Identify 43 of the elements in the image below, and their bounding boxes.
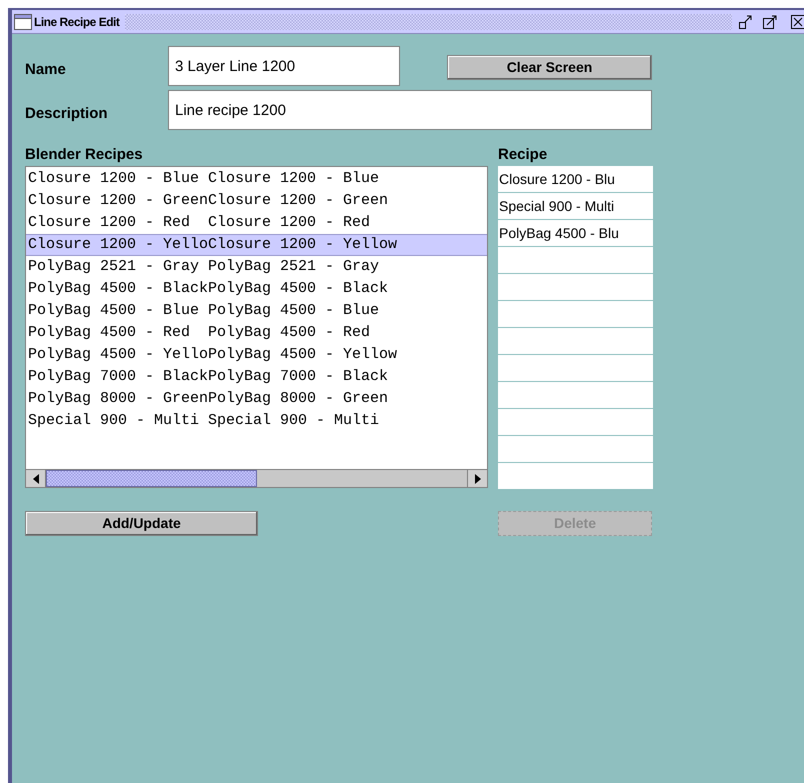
name-label: Name <box>25 60 67 80</box>
left-arrow-icon <box>32 474 38 484</box>
horizontal-scrollbar[interactable] <box>26 469 487 487</box>
list-item[interactable]: Special 900 - Multi Special 900 - Multi <box>26 410 487 432</box>
scroll-right-button[interactable] <box>467 470 487 487</box>
window-title: Line Recipe Edit <box>34 14 120 30</box>
description-field[interactable]: Line recipe 1200 <box>168 90 652 130</box>
clear-screen-button[interactable]: Clear Screen <box>447 55 652 80</box>
right-arrow-icon <box>474 474 480 484</box>
empty-table-cell[interactable] <box>498 328 653 354</box>
list-item[interactable]: PolyBag 7000 - BlackPolyBag 7000 - Black <box>26 366 487 388</box>
list-item[interactable]: PolyBag 8000 - GreenPolyBag 8000 - Green <box>26 388 487 410</box>
window-icon <box>14 14 32 30</box>
scroll-thumb[interactable] <box>46 470 257 487</box>
list-item[interactable]: Closure 1200 - Blue Closure 1200 - Blue <box>26 168 487 190</box>
empty-table-cell[interactable] <box>498 274 653 300</box>
minimize-icon[interactable] <box>738 14 754 30</box>
list-item[interactable]: PolyBag 2521 - Gray PolyBag 2521 - Gray <box>26 256 487 278</box>
close-icon[interactable] <box>790 14 804 30</box>
empty-table-cell[interactable] <box>498 463 653 489</box>
list-item[interactable]: Closure 1200 - Red Closure 1200 - Red <box>26 212 487 234</box>
name-field[interactable]: 3 Layer Line 1200 <box>168 46 400 86</box>
empty-table-cell[interactable] <box>498 355 653 381</box>
table-cell[interactable]: Special 900 - Multi <box>498 193 653 219</box>
list-item[interactable]: Closure 1200 - GreenClosure 1200 - Green <box>26 190 487 212</box>
description-label: Description <box>25 104 109 124</box>
list-item[interactable]: Closure 1200 - YelloClosure 1200 - Yellow <box>26 234 487 256</box>
table-cell[interactable]: Closure 1200 - Blu <box>498 166 653 192</box>
empty-table-cell[interactable] <box>498 247 653 273</box>
list-item[interactable]: PolyBag 4500 - BlackPolyBag 4500 - Black <box>26 278 487 300</box>
maximize-icon[interactable] <box>762 14 778 30</box>
blender-recipes-heading: Blender Recipes <box>25 145 144 165</box>
empty-table-cell[interactable] <box>498 382 653 408</box>
list-item[interactable]: PolyBag 4500 - Red PolyBag 4500 - Red <box>26 322 487 344</box>
empty-table-cell[interactable] <box>498 301 653 327</box>
list-item[interactable]: PolyBag 4500 - YelloPolyBag 4500 - Yellow <box>26 344 487 366</box>
recipe-heading: Recipe <box>498 145 548 165</box>
scroll-left-button[interactable] <box>26 470 46 487</box>
list-item[interactable]: PolyBag 4500 - Blue PolyBag 4500 - Blue <box>26 300 487 322</box>
empty-table-cell[interactable] <box>498 409 653 435</box>
empty-table-cell[interactable] <box>498 436 653 462</box>
table-cell[interactable]: PolyBag 4500 - Blu <box>498 220 653 246</box>
add-update-button[interactable]: Add/Update <box>25 511 258 536</box>
